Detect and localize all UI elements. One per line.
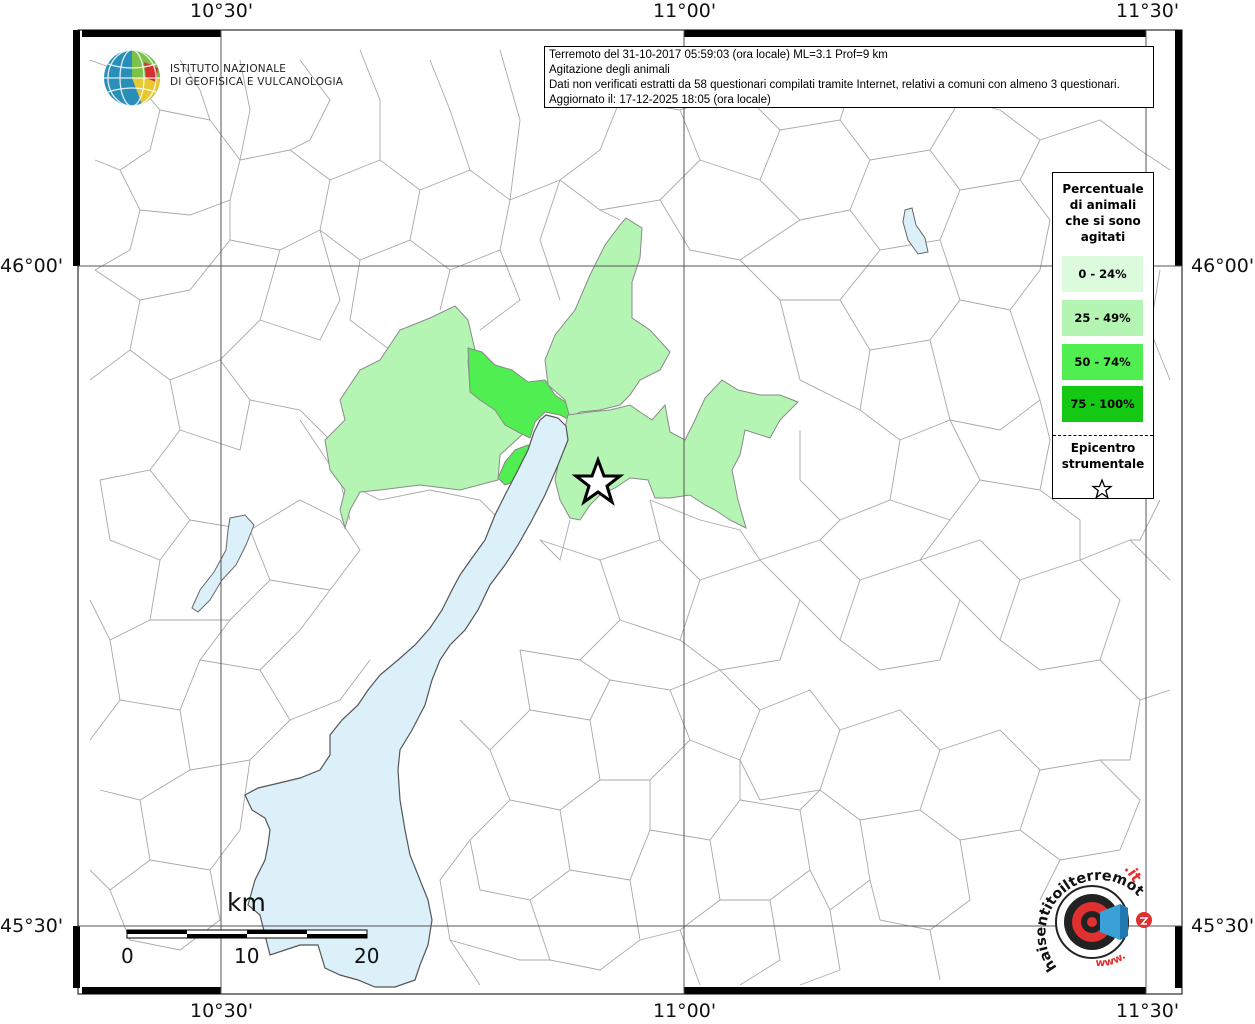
right-tick-4600: 46°00': [1191, 255, 1255, 277]
map-frame: [77, 29, 1183, 995]
legend-title-line: di animali: [1069, 198, 1137, 212]
legend-title-line: che si sono: [1065, 214, 1141, 228]
event-info-box: Terremoto del 31-10-2017 05:59:03 (ora l…: [544, 46, 1154, 108]
top-tick-1130: 11°30': [1116, 0, 1180, 22]
svg-text:www.: www.: [1095, 950, 1127, 969]
legend-epicenter-line: Epicentro: [1070, 441, 1136, 455]
scale-tick-10: 10: [234, 944, 260, 968]
legend-title-line: agitati: [1080, 230, 1126, 244]
legend-item-25-49: 25 - 49%: [1062, 300, 1143, 336]
scale-bar: [126, 929, 368, 939]
legend-item-0-24: 0 - 24%: [1062, 256, 1143, 292]
legend-item-50-74: 50 - 74%: [1062, 344, 1143, 380]
scale-tick-20: 20: [354, 944, 380, 968]
top-tick-1100: 11°00': [653, 0, 717, 22]
institute-name: ISTITUTO NAZIONALE DI GEOFISICA E VULCAN…: [170, 63, 343, 89]
bottom-tick-1030: 10°30': [190, 1000, 254, 1022]
legend-separator: [1053, 435, 1153, 436]
institute-line-2: DI GEOFISICA E VULCANOLOGIA: [170, 76, 344, 88]
updated-line: Aggiornato il: 17-12-2025 18:05 (ora loc…: [549, 94, 771, 106]
top-tick-1030: 10°30': [190, 0, 254, 22]
institute-line-1: ISTITUTO NAZIONALE: [170, 63, 287, 75]
right-tick-4530: 45°30': [1191, 915, 1255, 937]
bottom-tick-1130: 11°30': [1116, 1000, 1180, 1022]
data-note: Dati non verificati estratti da 58 quest…: [549, 79, 1120, 91]
left-tick-4600: 46°00': [0, 255, 64, 277]
legend-star-icon: [1091, 478, 1113, 500]
map-subject: Agitazione degli animali: [549, 64, 670, 76]
legend-title: Percentuale di animali che si sono agita…: [1053, 181, 1153, 245]
legend: Percentuale di animali che si sono agita…: [1052, 172, 1154, 500]
bottom-tick-1100: 11°00': [653, 1000, 717, 1022]
scale-unit: km: [227, 888, 266, 917]
legend-epicenter-line: strumentale: [1061, 457, 1145, 471]
legend-item-75-100: 75 - 100%: [1062, 386, 1143, 422]
legend-title-line: Percentuale: [1062, 182, 1144, 196]
haisentito-www: www.: [1095, 950, 1127, 969]
left-tick-4530: 45°30': [0, 915, 64, 937]
legend-epicenter-label: Epicentro strumentale: [1053, 440, 1153, 472]
scale-tick-0: 0: [121, 944, 134, 968]
ingv-globe-icon: [104, 49, 160, 107]
event-line: Terremoto del 31-10-2017 05:59:03 (ora l…: [549, 49, 888, 61]
